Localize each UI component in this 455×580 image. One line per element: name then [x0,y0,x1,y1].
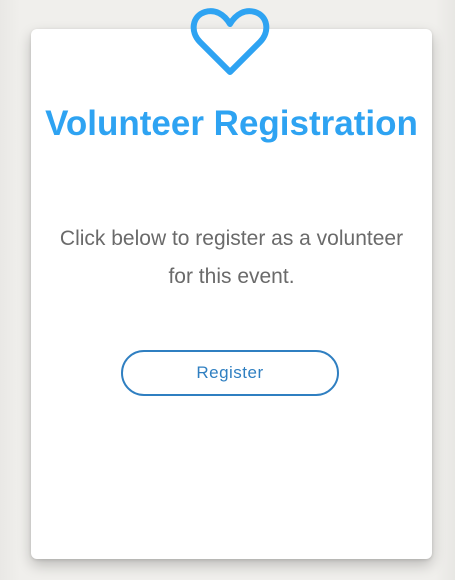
card-description: Click below to register as a volunteer f… [59,227,404,288]
heart-icon [190,8,270,75]
card-title: Volunteer Registration [45,104,418,143]
register-button[interactable]: Register [121,350,339,396]
